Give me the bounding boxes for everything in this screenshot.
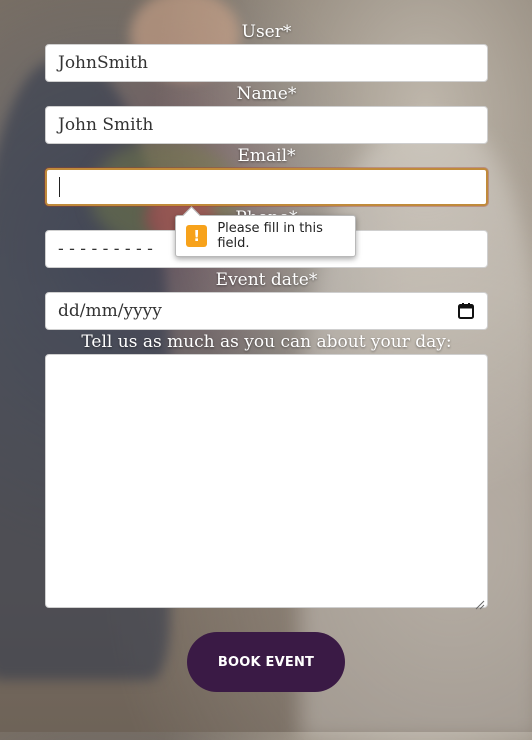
- phone-input-value: - - - - - - - - -: [58, 239, 153, 259]
- details-textarea[interactable]: [45, 354, 488, 610]
- event-date-label: Event date*: [215, 270, 318, 290]
- warning-icon: !: [186, 225, 208, 247]
- details-label: Tell us as much as you can about your da…: [81, 332, 452, 352]
- user-input[interactable]: JohnSmith: [45, 44, 488, 82]
- validation-message: Please fill in this field.: [217, 221, 323, 251]
- text-caret: [59, 177, 60, 197]
- event-date-value: dd/mm/yyyy: [58, 301, 162, 321]
- name-label: Name*: [236, 84, 297, 104]
- calendar-icon[interactable]: [457, 302, 475, 320]
- name-input[interactable]: John Smith: [45, 106, 488, 144]
- book-event-button[interactable]: BOOK EVENT: [187, 632, 345, 692]
- user-input-value: JohnSmith: [58, 53, 148, 73]
- user-label: User*: [241, 22, 292, 42]
- email-label: Email*: [237, 146, 296, 166]
- event-date-input[interactable]: dd/mm/yyyy: [45, 292, 488, 330]
- validation-tooltip: ! Please fill in this field.: [175, 215, 356, 257]
- resize-grip-icon[interactable]: [475, 595, 485, 610]
- email-input[interactable]: [45, 168, 488, 206]
- name-input-value: John Smith: [58, 115, 154, 135]
